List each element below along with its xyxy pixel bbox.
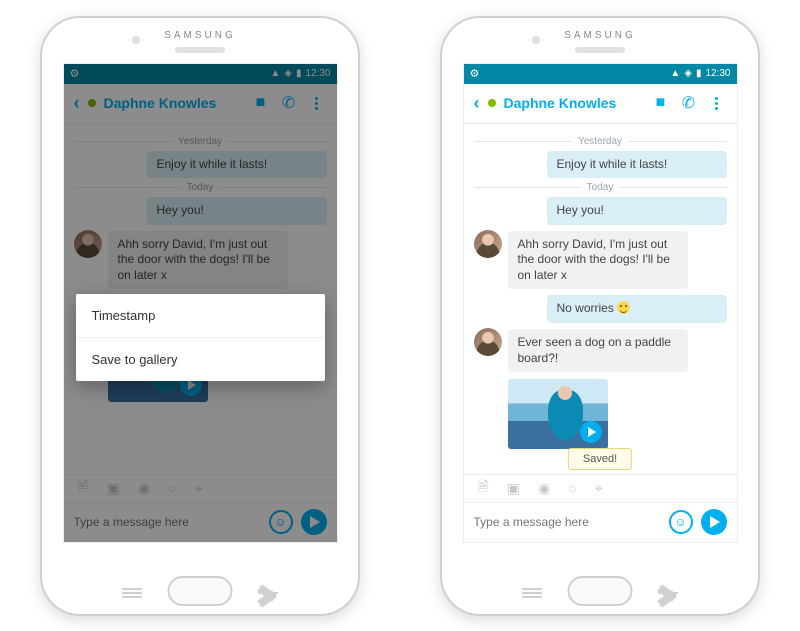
brand-label: SAMSUNG (564, 30, 636, 41)
signal-icon: ▲ (670, 68, 680, 79)
date-divider: Yesterday (474, 136, 727, 147)
home-button[interactable] (168, 576, 233, 606)
emoji-icon[interactable]: ☺ (669, 510, 693, 534)
gallery-icon[interactable]: ▣ (507, 480, 520, 497)
audio-call-icon[interactable]: ✆ (679, 93, 699, 113)
saved-toast: Saved! (568, 448, 632, 470)
sticker-icon[interactable]: ○ (568, 480, 576, 496)
clock: 12:30 (705, 68, 730, 79)
input-bar: ☺ (464, 502, 737, 542)
phone-left: SAMSUNG ⚙ ▲ ◈ ▮ 12:30 ‹ Daphne Knowles ■… (40, 16, 360, 616)
message-input[interactable] (474, 515, 661, 529)
camera-icon[interactable]: ◉ (538, 480, 550, 497)
location-icon[interactable]: ⌖ (595, 480, 603, 497)
back-icon[interactable]: ‹ (474, 93, 480, 114)
message-out[interactable]: Enjoy it while it lasts! (547, 151, 727, 179)
phone-right: SAMSUNG ⚙ ▲ ◈ ▮ 12:30 ‹ Daphne Knowles ■… (440, 16, 760, 616)
context-menu: Timestamp Save to gallery (76, 294, 325, 381)
message-out[interactable]: Hey you! (547, 197, 727, 225)
home-button[interactable] (568, 576, 633, 606)
send-button[interactable] (701, 509, 727, 535)
message-in[interactable]: Ahh sorry David, I'm just out the door w… (508, 231, 688, 290)
statusbar-notif-icon: ⚙ (470, 67, 480, 80)
presence-icon (488, 99, 496, 107)
brand-label: SAMSUNG (164, 30, 236, 41)
overflow-icon[interactable] (707, 97, 727, 110)
avatar[interactable] (474, 328, 502, 356)
context-menu-save-gallery[interactable]: Save to gallery (76, 337, 325, 381)
screen-right: ⚙ ▲ ◈ ▮ 12:30 ‹ Daphne Knowles ■ ✆ Yeste… (463, 63, 738, 543)
video-call-icon[interactable]: ■ (651, 94, 671, 112)
contact-name[interactable]: Daphne Knowles (504, 95, 643, 111)
statusbar: ⚙ ▲ ◈ ▮ 12:30 (464, 64, 737, 84)
smile-emoji-icon (617, 301, 630, 314)
message-in[interactable]: Ever seen a dog on a paddle board?! (508, 329, 688, 372)
message-row: Ever seen a dog on a paddle board?! (474, 326, 727, 375)
wifi-icon: ◈ (684, 68, 692, 79)
chat-area[interactable]: Yesterday Enjoy it while it lasts! Today… (464, 124, 737, 474)
avatar[interactable] (474, 230, 502, 258)
date-divider: Today (474, 182, 727, 193)
battery-icon: ▮ (696, 68, 702, 79)
message-row: Ahh sorry David, I'm just out the door w… (474, 228, 727, 293)
attach-bar: 🗎 ▣ ◉ ○ ⌖ (464, 474, 737, 502)
video-thumbnail[interactable]: Reply (508, 379, 608, 449)
play-icon[interactable] (580, 421, 602, 443)
message-out[interactable]: No worries (547, 295, 727, 323)
screen-left: ⚙ ▲ ◈ ▮ 12:30 ‹ Daphne Knowles ■ ✆ Yeste… (63, 63, 338, 543)
appbar: ‹ Daphne Knowles ■ ✆ (464, 84, 737, 124)
file-icon[interactable]: 🗎 (478, 476, 489, 500)
context-menu-timestamp[interactable]: Timestamp (76, 294, 325, 337)
